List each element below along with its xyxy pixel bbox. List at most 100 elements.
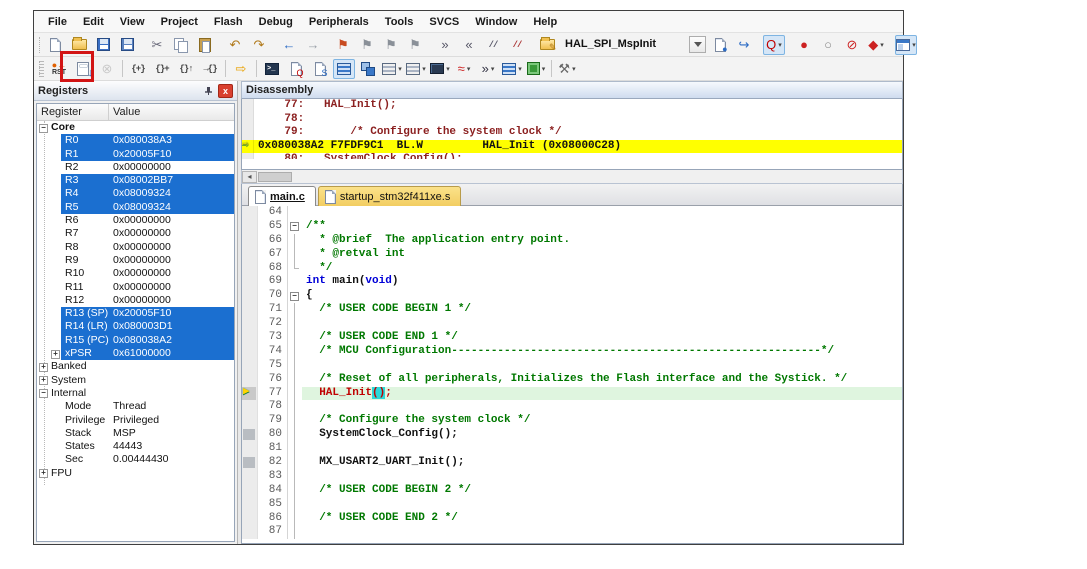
disassembly-margin[interactable] (242, 113, 254, 127)
fold-column[interactable] (288, 262, 302, 276)
callstack-window-icon[interactable] (357, 59, 379, 79)
breakpoint-margin[interactable] (242, 484, 258, 498)
register-row-mode[interactable]: ModeThread (37, 400, 234, 413)
disassembly-margin[interactable] (242, 126, 254, 140)
scroll-left-icon[interactable]: ◂ (242, 171, 257, 183)
previous-bookmark-icon[interactable]: ⚑ (356, 35, 378, 55)
fold-column[interactable] (288, 373, 302, 387)
editor-tab-startup-stm32f411xe-s[interactable]: startup_stm32f411xe.s (318, 186, 461, 206)
fold-column[interactable] (288, 234, 302, 248)
redo-icon[interactable]: ↷ (248, 35, 270, 55)
menu-item-peripherals[interactable]: Peripherals (301, 13, 377, 31)
insert-bookmark-icon[interactable]: ⚑ (332, 35, 354, 55)
run-icon[interactable]: ↓ (72, 59, 94, 79)
navigate-forward-icon[interactable]: → (302, 35, 324, 55)
indent-icon[interactable]: » (434, 35, 456, 55)
fold-column[interactable] (288, 442, 302, 456)
breakpoint-margin[interactable] (242, 206, 258, 220)
expand-icon[interactable]: + (51, 350, 60, 359)
analysis-window-icon[interactable]: ≈▾ (453, 59, 475, 79)
toolbar-grip[interactable] (39, 37, 40, 53)
breakpoint-margin[interactable] (242, 234, 258, 248)
goto-icon[interactable]: ↪ (733, 35, 755, 55)
step-out-icon[interactable]: {}↑ (175, 59, 197, 79)
register-row-stack[interactable]: StackMSP (37, 427, 234, 440)
breakpoint-margin[interactable] (242, 220, 258, 234)
register-row-r5[interactable]: R50x08009324 (37, 201, 234, 214)
fold-column[interactable] (288, 317, 302, 331)
fold-collapse-icon[interactable]: − (290, 292, 299, 301)
fold-column[interactable] (288, 484, 302, 498)
menu-item-file[interactable]: File (40, 13, 75, 31)
fold-column[interactable] (288, 345, 302, 359)
register-row-r0[interactable]: R00x080038A3 (37, 134, 234, 147)
paste-icon[interactable] (194, 35, 216, 55)
fold-column[interactable] (288, 303, 302, 317)
register-row-r7[interactable]: R70x00000000 (37, 227, 234, 240)
breakpoint-margin[interactable] (242, 512, 258, 526)
breakpoint-list-icon[interactable]: ◆▾ (865, 35, 887, 55)
breakpoint-margin[interactable] (242, 275, 258, 289)
find-in-files-icon[interactable]: ● (709, 35, 731, 55)
register-row-internal[interactable]: −Internal (37, 387, 234, 400)
clear-bookmarks-icon[interactable]: ⚑ (404, 35, 426, 55)
breakpoint-margin[interactable] (242, 470, 258, 484)
active-function-value[interactable]: HAL_SPI_MspInit (561, 36, 689, 54)
run-to-cursor-icon[interactable]: →{} (199, 59, 221, 79)
kill-all-breakpoints-icon[interactable]: ⊘ (841, 35, 863, 55)
cut-icon[interactable]: ✂ (146, 35, 168, 55)
debug-session-icon[interactable]: Q▾ (763, 35, 785, 55)
breakpoint-margin[interactable] (242, 442, 258, 456)
breakpoint-margin[interactable]: ▶ (242, 387, 258, 401)
fold-column[interactable] (288, 414, 302, 428)
breakpoint-margin[interactable] (242, 525, 258, 539)
serial-window-icon[interactable]: ▾ (429, 59, 451, 79)
editor-code-area[interactable]: 6465−/**66 * @brief The application entr… (242, 206, 902, 543)
register-row-system[interactable]: +System (37, 374, 234, 387)
register-row-banked[interactable]: +Banked (37, 360, 234, 373)
window-layout-icon[interactable]: ▾ (895, 35, 917, 55)
register-row-r10[interactable]: R100x00000000 (37, 267, 234, 280)
fold-column[interactable]: − (288, 220, 302, 234)
breakpoint-margin[interactable] (242, 456, 258, 470)
collapse-icon[interactable]: − (39, 124, 48, 133)
register-row-r14-lr[interactable]: R14 (LR)0x080003D1 (37, 320, 234, 333)
disassembly-margin[interactable] (242, 99, 254, 113)
toolbar-grip[interactable] (39, 61, 44, 77)
menu-item-project[interactable]: Project (153, 13, 206, 31)
register-row-states[interactable]: States44443 (37, 440, 234, 453)
breakpoint-margin[interactable] (242, 317, 258, 331)
menu-item-edit[interactable]: Edit (75, 13, 112, 31)
registers-window-icon[interactable] (333, 59, 355, 79)
fold-column[interactable] (288, 456, 302, 470)
symbols-window-icon[interactable]: S (309, 59, 331, 79)
breakpoint-margin[interactable] (242, 359, 258, 373)
close-icon[interactable]: x (218, 84, 233, 98)
configure-flash-icon[interactable]: ✎ (536, 35, 558, 55)
copy-icon[interactable] (170, 35, 192, 55)
register-row-r9[interactable]: R90x00000000 (37, 254, 234, 267)
next-bookmark-icon[interactable]: ⚑ (380, 35, 402, 55)
expand-icon[interactable]: + (39, 376, 48, 385)
save-icon[interactable] (92, 35, 114, 55)
fold-column[interactable] (288, 525, 302, 539)
open-file-icon[interactable] (68, 35, 90, 55)
menu-item-help[interactable]: Help (525, 13, 565, 31)
register-row-r1[interactable]: R10x20005F10 (37, 148, 234, 161)
fold-column[interactable] (288, 512, 302, 526)
register-row-fpu[interactable]: +FPU (37, 467, 234, 480)
register-row-r2[interactable]: R20x00000000 (37, 161, 234, 174)
breakpoint-margin[interactable] (242, 373, 258, 387)
trace-window-icon[interactable]: »▾ (477, 59, 499, 79)
reset-icon[interactable]: ●←RST (48, 59, 70, 79)
expand-icon[interactable]: + (39, 363, 48, 372)
breakpoint-margin[interactable] (242, 262, 258, 276)
fold-column[interactable] (288, 387, 302, 401)
fold-column[interactable]: − (288, 289, 302, 303)
step-icon[interactable]: {+} (127, 59, 149, 79)
register-row-r3[interactable]: R30x08002BB7 (37, 174, 234, 187)
fold-column[interactable] (288, 275, 302, 289)
breakpoint-margin[interactable] (242, 303, 258, 317)
active-function-combobox[interactable]: HAL_SPI_MspInit (561, 36, 706, 54)
register-row-r11[interactable]: R110x00000000 (37, 281, 234, 294)
